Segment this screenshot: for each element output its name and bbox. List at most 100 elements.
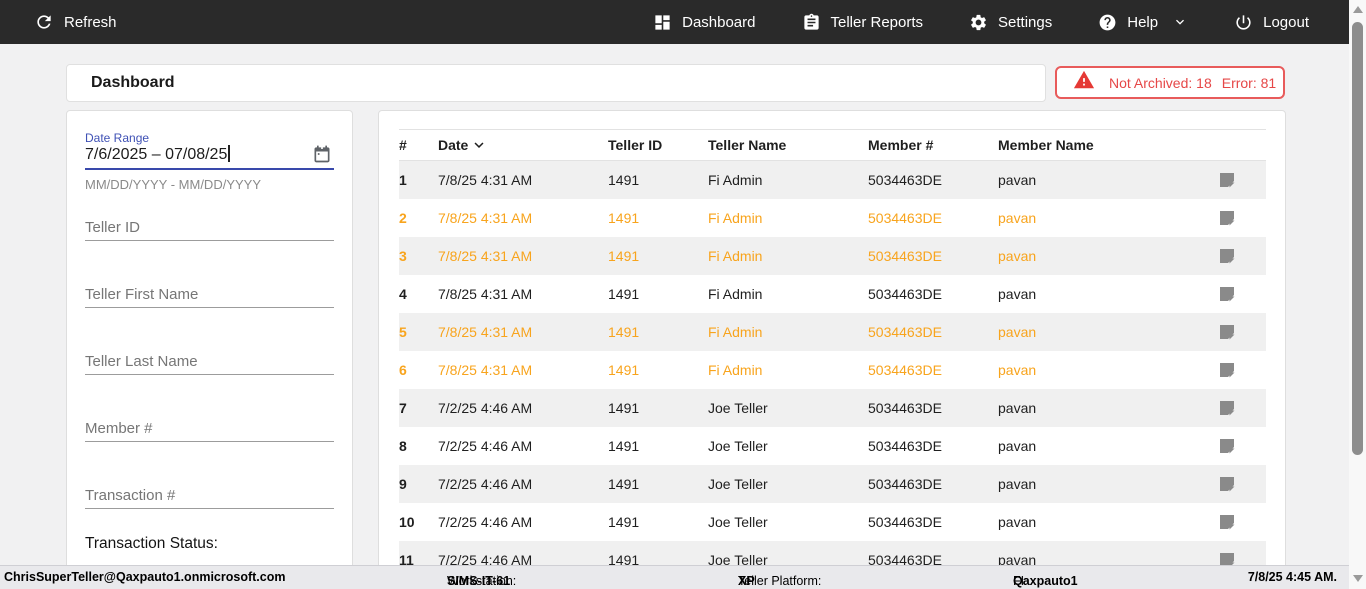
row-teller-id: 1491	[608, 400, 708, 416]
row-number: 8	[399, 438, 438, 454]
col-date-sort[interactable]: Date	[438, 136, 608, 154]
teller-id-input[interactable]: Teller ID	[85, 219, 334, 236]
text-caret	[228, 145, 230, 162]
date-range-underline	[85, 168, 334, 170]
teller-last-name-input[interactable]: Teller Last Name	[85, 353, 334, 370]
row-member-name: pavan	[998, 400, 1188, 416]
row-member-name: pavan	[998, 476, 1188, 492]
refresh-label: Refresh	[64, 14, 117, 31]
date-range-input[interactable]: 7/6/2025 – 07/08/25	[85, 145, 334, 164]
row-teller-name: Joe Teller	[708, 514, 868, 530]
vertical-scrollbar	[1349, 0, 1366, 589]
nav-help[interactable]: Help	[1098, 13, 1188, 32]
row-teller-name: Fi Admin	[708, 286, 868, 302]
teller-first-name-input[interactable]: Teller First Name	[85, 286, 334, 303]
note-icon[interactable]	[1217, 284, 1237, 304]
date-range-label: Date Range	[85, 131, 334, 145]
logged-in-user: ChrisSuperTeller@Qaxpauto1.onmicrosoft.c…	[4, 570, 285, 584]
help-icon	[1098, 13, 1117, 32]
top-navbar: Refresh Dashboard Teller Reports Setting…	[0, 0, 1349, 44]
row-member-name: pavan	[998, 210, 1188, 226]
note-icon[interactable]	[1217, 322, 1237, 342]
nav-dashboard[interactable]: Dashboard	[653, 13, 755, 32]
gear-icon	[969, 13, 988, 32]
nav-teller-reports-label: Teller Reports	[831, 14, 924, 31]
transaction-status-label: Transaction Status:	[85, 535, 334, 553]
col-member: Member #	[868, 137, 998, 153]
row-member: 5034463DE	[868, 210, 998, 226]
row-date: 7/2/25 4:46 AM	[438, 476, 608, 492]
note-icon[interactable]	[1217, 512, 1237, 532]
reports-icon	[802, 13, 821, 32]
row-date: 7/2/25 4:46 AM	[438, 514, 608, 530]
table-row[interactable]: 10 7/2/25 4:46 AM 1491 Joe Teller 503446…	[399, 503, 1266, 541]
row-date: 7/8/25 4:31 AM	[438, 362, 608, 378]
table-row[interactable]: 9 7/2/25 4:46 AM 1491 Joe Teller 5034463…	[399, 465, 1266, 503]
nav-teller-reports[interactable]: Teller Reports	[802, 13, 924, 32]
scroll-down-arrow[interactable]	[1353, 575, 1363, 582]
page-title-card: Dashboard	[66, 64, 1046, 102]
row-member: 5034463DE	[868, 248, 998, 264]
member-number-input[interactable]: Member #	[85, 420, 334, 437]
row-number: 6	[399, 362, 438, 378]
status-timestamp: 7/8/25 4:45 AM.	[1248, 570, 1337, 584]
date-range-hint: MM/DD/YYYY - MM/DD/YYYY	[85, 177, 334, 192]
row-member: 5034463DE	[868, 476, 998, 492]
row-date: 7/8/25 4:31 AM	[438, 248, 608, 264]
table-row[interactable]: 4 7/8/25 4:31 AM 1491 Fi Admin 5034463DE…	[399, 275, 1266, 313]
row-number: 7	[399, 400, 438, 416]
table-row[interactable]: 6 7/8/25 4:31 AM 1491 Fi Admin 5034463DE…	[399, 351, 1266, 389]
col-member-name: Member Name	[998, 137, 1188, 153]
power-icon	[1234, 13, 1253, 32]
sort-desc-icon	[470, 136, 488, 154]
row-date: 7/8/25 4:31 AM	[438, 324, 608, 340]
row-teller-id: 1491	[608, 210, 708, 226]
chevron-down-icon	[1172, 14, 1188, 30]
row-number: 10	[399, 514, 438, 530]
table-row[interactable]: 8 7/2/25 4:46 AM 1491 Joe Teller 5034463…	[399, 427, 1266, 465]
note-icon[interactable]	[1217, 398, 1237, 418]
note-icon[interactable]	[1217, 246, 1237, 266]
table-header-row: # Date Teller ID Teller Name Member # Me…	[399, 129, 1266, 161]
row-number: 4	[399, 286, 438, 302]
table-body: 1 7/8/25 4:31 AM 1491 Fi Admin 5034463DE…	[399, 161, 1266, 579]
row-member: 5034463DE	[868, 514, 998, 530]
note-icon[interactable]	[1217, 436, 1237, 456]
row-member: 5034463DE	[868, 286, 998, 302]
table-row[interactable]: 1 7/8/25 4:31 AM 1491 Fi Admin 5034463DE…	[399, 161, 1266, 199]
row-number: 5	[399, 324, 438, 340]
nav-help-label: Help	[1127, 14, 1158, 31]
table-row[interactable]: 2 7/8/25 4:31 AM 1491 Fi Admin 5034463DE…	[399, 199, 1266, 237]
row-teller-name: Joe Teller	[708, 438, 868, 454]
row-date: 7/8/25 4:31 AM	[438, 286, 608, 302]
col-num: #	[399, 137, 438, 153]
row-teller-name: Fi Admin	[708, 362, 868, 378]
table-row[interactable]: 7 7/2/25 4:46 AM 1491 Joe Teller 5034463…	[399, 389, 1266, 427]
note-icon[interactable]	[1217, 474, 1237, 494]
row-teller-id: 1491	[608, 438, 708, 454]
refresh-button[interactable]: Refresh	[0, 12, 117, 32]
row-number: 1	[399, 172, 438, 188]
page-title: Dashboard	[67, 74, 175, 92]
col-teller-name: Teller Name	[708, 137, 868, 153]
row-teller-name: Fi Admin	[708, 210, 868, 226]
nav-logout-label: Logout	[1263, 14, 1309, 31]
status-bar: ChrisSuperTeller@Qaxpauto1.onmicrosoft.c…	[0, 565, 1349, 589]
row-teller-id: 1491	[608, 476, 708, 492]
row-member-name: pavan	[998, 438, 1188, 454]
nav-logout[interactable]: Logout	[1234, 13, 1309, 32]
note-icon[interactable]	[1217, 360, 1237, 380]
transaction-number-underline	[85, 508, 334, 509]
calendar-icon[interactable]	[312, 144, 332, 164]
table-row[interactable]: 3 7/8/25 4:31 AM 1491 Fi Admin 5034463DE…	[399, 237, 1266, 275]
scrollbar-thumb[interactable]	[1352, 22, 1363, 455]
row-member: 5034463DE	[868, 324, 998, 340]
note-icon[interactable]	[1217, 208, 1237, 228]
nav-settings[interactable]: Settings	[969, 13, 1052, 32]
table-row[interactable]: 5 7/8/25 4:31 AM 1491 Fi Admin 5034463DE…	[399, 313, 1266, 351]
row-member-name: pavan	[998, 248, 1188, 264]
row-teller-id: 1491	[608, 248, 708, 264]
transaction-number-input[interactable]: Transaction #	[85, 487, 334, 504]
scroll-up-arrow[interactable]	[1353, 6, 1363, 13]
note-icon[interactable]	[1217, 170, 1237, 190]
